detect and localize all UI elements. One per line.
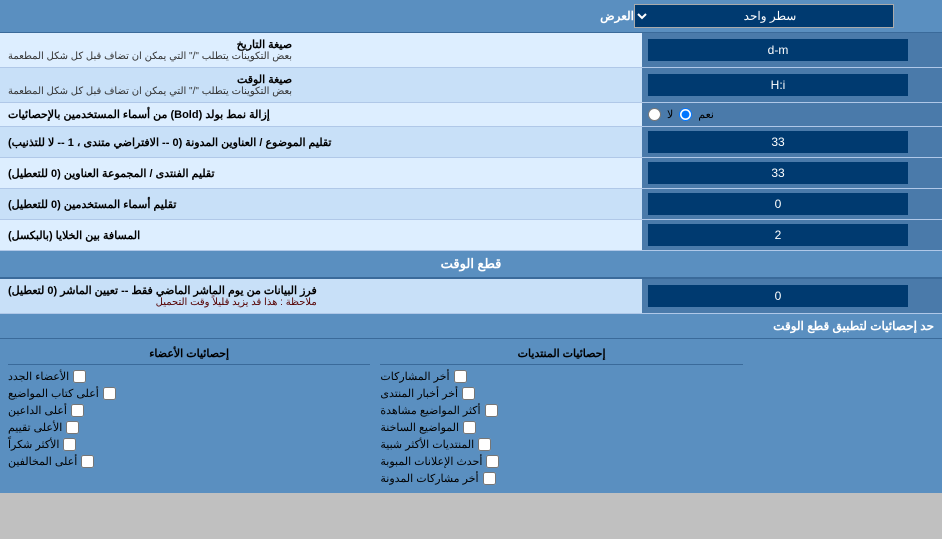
checkbox-item-blog-posts: أخر مشاركات المدونة (380, 470, 742, 487)
row-trim-topics: تقليم الموضوع / العناوين المدونة (0 -- ا… (0, 127, 942, 158)
member-stats-header: إحصائيات الأعضاء (8, 345, 370, 365)
radio-label-no: لا (667, 108, 673, 121)
limit-label: حد إحصائيات لتطبيق قطع الوقت (8, 319, 934, 333)
radio-group-bold: نعم لا (648, 108, 714, 121)
radio-label-yes: نعم (698, 108, 714, 121)
checkbox-item-last-posts: أخر المشاركات (380, 368, 742, 385)
forum-stats-header: إحصائيات المنتديات (380, 345, 742, 365)
input-cell-time (642, 68, 942, 102)
checkbox-top-writers[interactable] (103, 387, 116, 400)
checkbox-most-thanked[interactable] (63, 438, 76, 451)
label-cutoff: فرز البيانات من يوم الماشر الماضي فقط --… (0, 279, 642, 313)
label-hot-topics: المواضيع الساخنة (380, 421, 459, 434)
checkbox-col-forum-stats: إحصائيات المنتديات أخر المشاركات أخر أخب… (376, 343, 746, 489)
label-trim-topics: تقليم الموضوع / العناوين المدونة (0 -- ا… (0, 127, 642, 157)
main-container: العرض سطر واحد سطرين ثلاثة أسطر صيغة الت… (0, 0, 942, 493)
label-bold-remove: إزالة نمط بولد (Bold) من أسماء المستخدمي… (0, 103, 642, 126)
input-cell-spacing (642, 220, 942, 250)
trim-topics-input[interactable] (648, 131, 908, 153)
date-format-input[interactable] (648, 39, 908, 61)
label-last-news: أخر أخبار المنتدى (380, 387, 458, 400)
checkbox-item-most-viewed: أكثر المواضيع مشاهدة (380, 402, 742, 419)
row-trim-users: تقليم أسماء المستخدمين (0 للتعطيل) (0, 189, 942, 220)
label-top-violators: أعلى المخالفين (8, 455, 77, 468)
time-format-input[interactable] (648, 74, 908, 96)
label-last-posts: أخر المشاركات (380, 370, 449, 383)
label-top-inviters: أعلى الداعين (8, 404, 67, 417)
checkbox-top-violators[interactable] (81, 455, 94, 468)
row-display: العرض سطر واحد سطرين ثلاثة أسطر (0, 0, 942, 33)
checkbox-item-top-inviters: أعلى الداعين (8, 402, 370, 419)
label-blog-posts: أخر مشاركات المدونة (380, 472, 478, 485)
label-latest-classifieds: أحدث الإعلانات المبوبة (380, 455, 482, 468)
label-most-thanked: الأكثر شكراً (8, 438, 59, 451)
checkbox-item-new-members: الأعضاء الجدد (8, 368, 370, 385)
checkbox-item-top-writers: أعلى كتاب المواضيع (8, 385, 370, 402)
label-trim-users: تقليم أسماء المستخدمين (0 للتعطيل) (0, 189, 642, 219)
checkbox-new-members[interactable] (73, 370, 86, 383)
label-cell-spacing: المسافة بين الخلايا (بالبكسل) (0, 220, 642, 250)
checkbox-latest-classifieds[interactable] (486, 455, 499, 468)
label-trim-forum: تقليم الفنتدى / المجموعة العناوين (0 للت… (0, 158, 642, 188)
checkbox-item-most-thanked: الأكثر شكراً (8, 436, 370, 453)
row-bold-remove: إزالة نمط بولد (Bold) من أسماء المستخدمي… (0, 103, 942, 127)
checkbox-item-last-news: أخر أخبار المنتدى (380, 385, 742, 402)
checkbox-blog-posts[interactable] (483, 472, 496, 485)
checkboxes-container: إحصائيات المنتديات أخر المشاركات أخر أخب… (0, 339, 942, 493)
input-cell-cutoff (642, 279, 942, 313)
radio-no[interactable] (648, 108, 661, 121)
radio-yes[interactable] (679, 108, 692, 121)
checkbox-item-top-violators: أعلى المخالفين (8, 453, 370, 470)
input-cell-trim-users (642, 189, 942, 219)
label-new-members: الأعضاء الجدد (8, 370, 69, 383)
limit-row: حد إحصائيات لتطبيق قطع الوقت (0, 314, 942, 339)
row-date-format: صيغة التاريخ بعض التكوينات يتطلب "/" الت… (0, 33, 942, 68)
label-similar-forums: المنتديات الأكثر شبية (380, 438, 474, 451)
checkbox-top-inviters[interactable] (71, 404, 84, 417)
checkbox-hot-topics[interactable] (463, 421, 476, 434)
row-trim-forum: تقليم الفنتدى / المجموعة العناوين (0 للت… (0, 158, 942, 189)
checkbox-top-rated[interactable] (66, 421, 79, 434)
checkbox-item-similar-forums: المنتديات الأكثر شبية (380, 436, 742, 453)
label-most-viewed: أكثر المواضيع مشاهدة (380, 404, 480, 417)
label-top-writers: أعلى كتاب المواضيع (8, 387, 99, 400)
input-cell-trim-forum (642, 158, 942, 188)
checkbox-col-member-stats: إحصائيات الأعضاء الأعضاء الجدد أعلى كتاب… (4, 343, 374, 489)
checkbox-last-posts[interactable] (454, 370, 467, 383)
section-header-cutoff: قطع الوقت (0, 251, 942, 279)
label-display: العرض (8, 9, 634, 23)
input-cell-bold: نعم لا (642, 103, 942, 126)
checkbox-item-latest-classifieds: أحدث الإعلانات المبوبة (380, 453, 742, 470)
cell-spacing-input[interactable] (648, 224, 908, 246)
input-cell-date (642, 33, 942, 67)
cutoff-input[interactable] (648, 285, 908, 307)
row-cutoff: فرز البيانات من يوم الماشر الماضي فقط --… (0, 279, 942, 314)
row-time-format: صيغة الوقت بعض التكوينات يتطلب "/" التي … (0, 68, 942, 103)
label-time-format: صيغة الوقت بعض التكوينات يتطلب "/" التي … (0, 68, 642, 102)
checkbox-most-viewed[interactable] (485, 404, 498, 417)
display-dropdown[interactable]: سطر واحد سطرين ثلاثة أسطر (634, 4, 894, 28)
trim-forum-input[interactable] (648, 162, 908, 184)
checkbox-col-empty (749, 343, 938, 489)
row-cell-spacing: المسافة بين الخلايا (بالبكسل) (0, 220, 942, 251)
checkbox-similar-forums[interactable] (478, 438, 491, 451)
trim-users-input[interactable] (648, 193, 908, 215)
input-cell-display: سطر واحد سطرين ثلاثة أسطر (634, 4, 934, 28)
checkbox-item-top-rated: الأعلى تقييم (8, 419, 370, 436)
label-date-format: صيغة التاريخ بعض التكوينات يتطلب "/" الت… (0, 33, 642, 67)
label-top-rated: الأعلى تقييم (8, 421, 62, 434)
checkbox-last-news[interactable] (462, 387, 475, 400)
checkbox-item-hot-topics: المواضيع الساخنة (380, 419, 742, 436)
input-cell-trim-topics (642, 127, 942, 157)
